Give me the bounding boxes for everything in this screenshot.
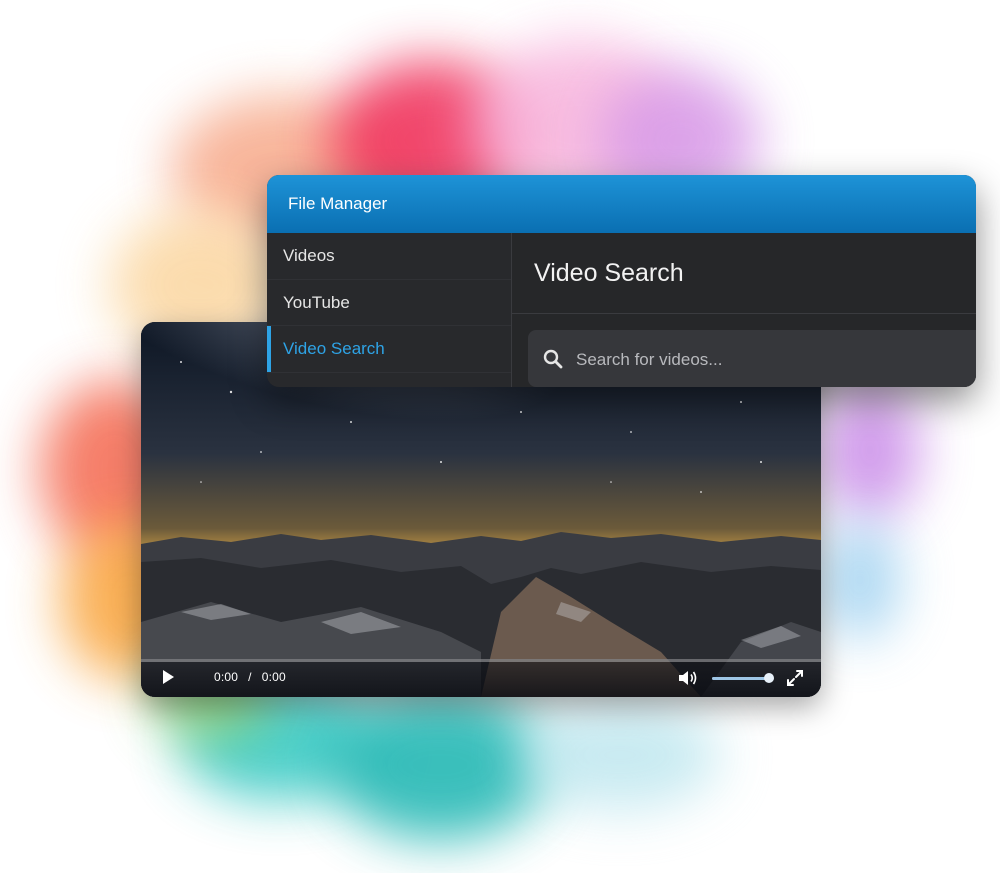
current-time: 0:00 bbox=[214, 670, 239, 684]
player-controls: 0:00 / 0:00 bbox=[141, 659, 821, 697]
search-box[interactable] bbox=[528, 330, 976, 387]
volume-slider[interactable] bbox=[712, 673, 775, 683]
play-icon[interactable] bbox=[163, 670, 174, 684]
page-title: Video Search bbox=[512, 233, 976, 314]
search-input[interactable] bbox=[574, 330, 966, 387]
file-manager-window: File Manager Videos YouTube Video Search… bbox=[267, 175, 976, 387]
volume-fill bbox=[712, 677, 770, 680]
duration: 0:00 bbox=[261, 670, 286, 684]
time-display: 0:00 / 0:00 bbox=[214, 670, 286, 684]
sidebar-item-video-search[interactable]: Video Search bbox=[267, 326, 511, 373]
sidebar-item-videos[interactable]: Videos bbox=[267, 233, 511, 280]
sidebar-item-youtube[interactable]: YouTube bbox=[267, 280, 511, 326]
volume-knob[interactable] bbox=[764, 673, 775, 683]
progress-bar[interactable] bbox=[141, 659, 821, 662]
time-separator: / bbox=[248, 670, 252, 684]
fullscreen-icon[interactable] bbox=[785, 668, 805, 688]
main-panel: Video Search bbox=[512, 233, 976, 387]
volume-icon[interactable] bbox=[677, 668, 699, 688]
sidebar: Videos YouTube Video Search bbox=[267, 233, 512, 387]
window-title: File Manager bbox=[267, 175, 976, 233]
search-icon bbox=[543, 349, 563, 369]
